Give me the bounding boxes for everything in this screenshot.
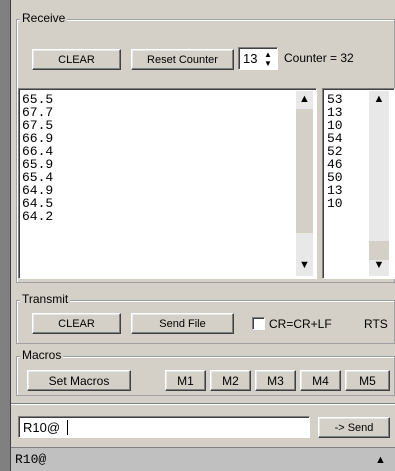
scroll-down-icon[interactable]: ▼ — [296, 259, 313, 271]
set-macros-button[interactable]: Set Macros — [27, 370, 131, 391]
receive-legend: Receive — [20, 11, 68, 25]
macro-m5-button[interactable]: M5 — [345, 370, 390, 391]
receive-text-scrollbar[interactable]: ▲ ▼ — [296, 91, 313, 276]
output-scroll-up-icon[interactable]: ▲ — [375, 454, 386, 466]
transmit-legend: Transmit — [20, 292, 71, 306]
receive-line: 64.2 — [22, 209, 54, 224]
receive-count-content: 53 13 10 54 52 46 50 13 10 — [327, 93, 343, 210]
send-input-value: R10@ — [23, 420, 61, 435]
macro-m1-button[interactable]: M1 — [165, 370, 206, 391]
count-scroll-down-icon[interactable]: ▼ — [369, 259, 389, 271]
send-button[interactable]: -> Send — [318, 417, 390, 438]
output-text: R10@ — [15, 452, 47, 467]
cr-lf-label: CR=CR+LF — [269, 317, 332, 331]
section-divider — [11, 403, 395, 405]
rts-label: RTS — [364, 317, 388, 331]
count-scroll-up-icon[interactable]: ▲ — [369, 93, 389, 105]
macro-m4-button[interactable]: M4 — [300, 370, 341, 391]
receive-text-content: 65.5 67.7 67.5 66.9 66.4 65.9 65.4 64.9 64.5 64.2 — [22, 93, 53, 223]
window-left-edge-shadow — [10, 0, 11, 471]
receive-text-area[interactable]: 65.5 67.7 67.5 66.9 66.4 65.9 65.4 64.9 64.5 64.2… — [18, 88, 317, 279]
macro-m2-button[interactable]: M2 — [210, 370, 251, 391]
window-left-edge — [0, 0, 10, 471]
counter-spin-up[interactable]: ▲ — [261, 50, 275, 59]
macro-m3-button[interactable]: M3 — [255, 370, 296, 391]
send-file-button[interactable]: Send File — [131, 313, 234, 334]
counter-spin-down[interactable]: ▼ — [261, 59, 275, 68]
count-line: 10 — [327, 196, 343, 211]
receive-clear-button[interactable]: CLEAR — [32, 49, 121, 70]
reset-counter-button[interactable]: Reset Counter — [131, 49, 234, 70]
text-cursor — [67, 420, 68, 435]
count-scroll-thumb[interactable] — [369, 241, 389, 260]
transmit-clear-button[interactable]: CLEAR — [32, 313, 121, 334]
counter-spinbox[interactable]: 13 ▲ ▼ — [238, 47, 278, 70]
counter-label: Counter = 32 — [284, 51, 354, 65]
counter-spinbox-value: 13 — [243, 51, 258, 66]
scroll-up-icon[interactable]: ▲ — [296, 93, 313, 105]
scroll-thumb[interactable] — [296, 109, 313, 233]
send-input-field[interactable]: R10@ — [18, 416, 310, 438]
receive-count-area[interactable]: 53 13 10 54 52 46 50 13 10 ▲ ▼ — [322, 88, 395, 279]
count-scrollbar[interactable]: ▲ ▼ — [369, 91, 389, 276]
output-area[interactable]: R10@ ▲ — [11, 447, 395, 471]
cr-lf-checkbox[interactable] — [252, 317, 265, 330]
macros-legend: Macros — [20, 348, 64, 362]
